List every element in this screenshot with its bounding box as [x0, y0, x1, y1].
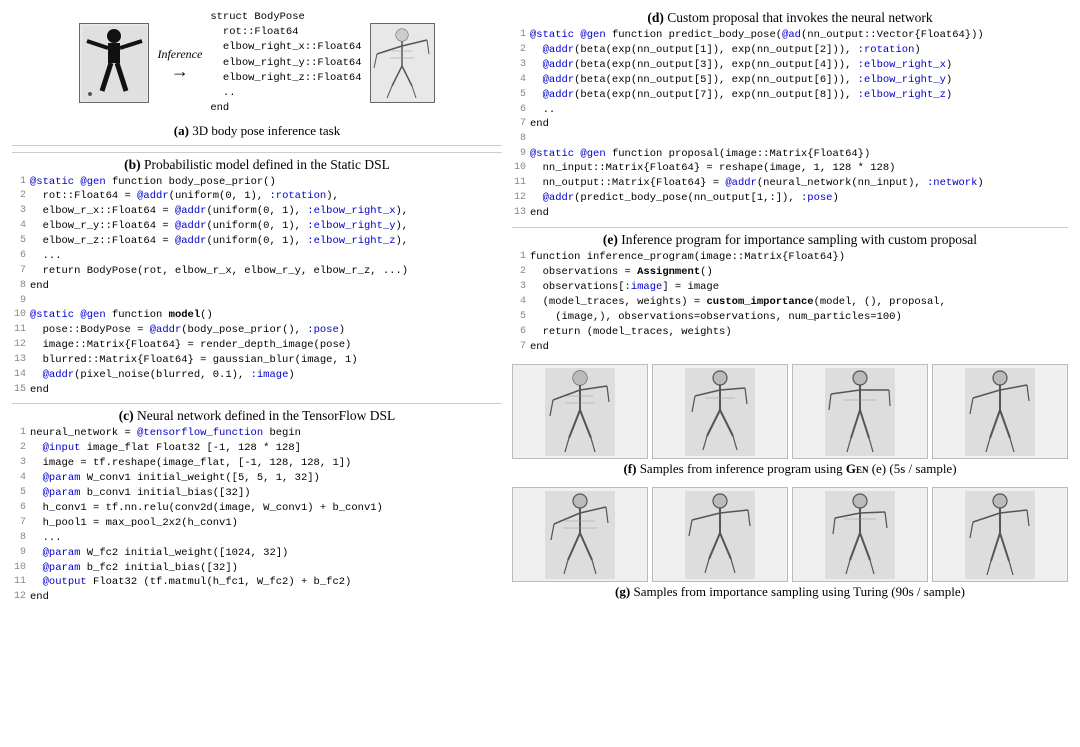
inference-arrow: Inference → — [157, 47, 202, 80]
section-a-diagram: Inference → struct BodyPose rot::Float64… — [79, 10, 434, 117]
section-b-header: (b) Probabilistic model defined in the S… — [12, 152, 502, 173]
code-line: 2 @input image_flat Float32 [-1, 128 * 1… — [12, 441, 502, 456]
left-column: Inference → struct BodyPose rot::Float64… — [12, 10, 502, 737]
code-line: 10@static @gen function model() — [12, 308, 502, 323]
code-block-e: 1function inference_program(image::Matri… — [512, 250, 1068, 354]
code-line: 2 observations = Assignment() — [512, 265, 1068, 280]
inference-label: Inference — [157, 47, 202, 62]
pose-sample-1 — [512, 364, 648, 459]
code-line: 1neural_network = @tensorflow_function b… — [12, 426, 502, 441]
section-e: (e) Inference program for importance sam… — [512, 227, 1068, 354]
pose-sample-4 — [932, 364, 1068, 459]
code-line: 5 elbow_r_z::Float64 = @addr(uniform(0, … — [12, 234, 502, 249]
code-line: 8 ... — [12, 531, 502, 546]
code-line: 5 (image,), observations=observations, n… — [512, 310, 1068, 325]
section-b: (b) Probabilistic model defined in the S… — [12, 152, 502, 398]
section-e-header: (e) Inference program for importance sam… — [512, 227, 1068, 248]
code-line: 4 @param W_conv1 initial_weight([5, 5, 1… — [12, 471, 502, 486]
section-d: (d) Custom proposal that invokes the neu… — [512, 10, 1068, 221]
code-line: 8end — [12, 279, 502, 294]
code-line: 6 h_conv1 = tf.nn.relu(conv2d(image, W_c… — [12, 501, 502, 516]
code-line: 7 return BodyPose(rot, elbow_r_x, elbow_… — [12, 264, 502, 279]
code-block-b: 1@static @gen function body_pose_prior()… — [12, 175, 502, 398]
caption-a: (a) 3D body pose inference task — [174, 123, 340, 139]
code-line: 15end — [12, 383, 502, 398]
code-line: 10 nn_input::Matrix{Float64} = reshape(i… — [512, 161, 1068, 176]
code-line: 5 @param b_conv1 initial_bias([32]) — [12, 486, 502, 501]
code-block-c: 1neural_network = @tensorflow_function b… — [12, 426, 502, 605]
pose-sample-3 — [792, 364, 928, 459]
code-line: 14 @addr(pixel_noise(blurred, 0.1), :ima… — [12, 368, 502, 383]
section-c-header: (c) Neural network defined in the Tensor… — [12, 403, 502, 424]
code-line: 5 @addr(beta(exp(nn_output[7]), exp(nn_o… — [512, 88, 1068, 103]
code-block-d: 1@static @gen function predict_body_pose… — [512, 28, 1068, 221]
code-line: 2 @addr(beta(exp(nn_output[1]), exp(nn_o… — [512, 43, 1068, 58]
code-line: 1@static @gen function body_pose_prior() — [12, 175, 502, 190]
code-line: 9 @param W_fc2 initial_weight([1024, 32]… — [12, 546, 502, 561]
code-line: 2 rot::Float64 = @addr(uniform(0, 1), :r… — [12, 189, 502, 204]
code-line: 7end — [512, 340, 1068, 355]
code-line: 4 @addr(beta(exp(nn_output[5]), exp(nn_o… — [512, 73, 1068, 88]
code-line: 7 h_pool1 = max_pool_2x2(h_conv1) — [12, 516, 502, 531]
code-line: 3 observations[:image] = image — [512, 280, 1068, 295]
code-line: 11 pose::BodyPose = @addr(body_pose_prio… — [12, 323, 502, 338]
right-arrow: → — [171, 62, 189, 80]
section-d-header: (d) Custom proposal that invokes the neu… — [512, 10, 1068, 26]
code-line: 13 blurred::Matrix{Float64} = gaussian_b… — [12, 353, 502, 368]
pose-render-figure — [370, 23, 435, 103]
code-line: 1@static @gen function predict_body_pose… — [512, 28, 1068, 43]
code-line: 12end — [12, 590, 502, 605]
section-a: Inference → struct BodyPose rot::Float64… — [12, 10, 502, 146]
code-line: 10 @param b_fc2 initial_bias([32]) — [12, 561, 502, 576]
pose-sample-g1 — [512, 487, 648, 582]
images-grid-g — [512, 487, 1068, 582]
right-column: (d) Custom proposal that invokes the neu… — [512, 10, 1068, 737]
caption-f: (f) Samples from inference program using… — [512, 461, 1068, 477]
code-line: 11 nn_output::Matrix{Float64} = @addr(ne… — [512, 176, 1068, 191]
code-line: 9@static @gen function proposal(image::M… — [512, 147, 1068, 162]
code-line: 13end — [512, 206, 1068, 221]
main-container: Inference → struct BodyPose rot::Float64… — [0, 0, 1080, 747]
code-line: 6 return (model_traces, weights) — [512, 325, 1068, 340]
code-line: 3 @addr(beta(exp(nn_output[3]), exp(nn_o… — [512, 58, 1068, 73]
code-line: 3 image = tf.reshape(image_flat, [-1, 12… — [12, 456, 502, 471]
caption-g: (g) Samples from importance sampling usi… — [512, 584, 1068, 600]
images-grid-f — [512, 364, 1068, 459]
code-line: 4 (model_traces, weights) = custom_impor… — [512, 295, 1068, 310]
pose-sample-g4 — [932, 487, 1068, 582]
code-line: 11 @output Float32 (tf.matmul(h_fc1, W_f… — [12, 575, 502, 590]
code-line: 7end — [512, 117, 1068, 132]
code-line: 9 — [12, 294, 502, 308]
section-g: (g) Samples from importance sampling usi… — [512, 483, 1068, 600]
code-line: 12 @addr(predict_body_pose(nn_output[1,:… — [512, 191, 1068, 206]
pose-sample-g3 — [792, 487, 928, 582]
code-line: 6 .. — [512, 103, 1068, 118]
code-line: 4 elbow_r_y::Float64 = @addr(uniform(0, … — [12, 219, 502, 234]
silhouette-figure — [79, 23, 149, 103]
section-f: (f) Samples from inference program using… — [512, 360, 1068, 477]
struct-definition: struct BodyPose rot::Float64 elbow_right… — [210, 10, 361, 117]
code-line: 12 image::Matrix{Float64} = render_depth… — [12, 338, 502, 353]
code-line: 1function inference_program(image::Matri… — [512, 250, 1068, 265]
code-line: 6 ... — [12, 249, 502, 264]
pose-sample-g2 — [652, 487, 788, 582]
code-line: 3 elbow_r_x::Float64 = @addr(uniform(0, … — [12, 204, 502, 219]
pose-sample-2 — [652, 364, 788, 459]
section-c: (c) Neural network defined in the Tensor… — [12, 403, 502, 605]
code-line: 8 — [512, 132, 1068, 146]
